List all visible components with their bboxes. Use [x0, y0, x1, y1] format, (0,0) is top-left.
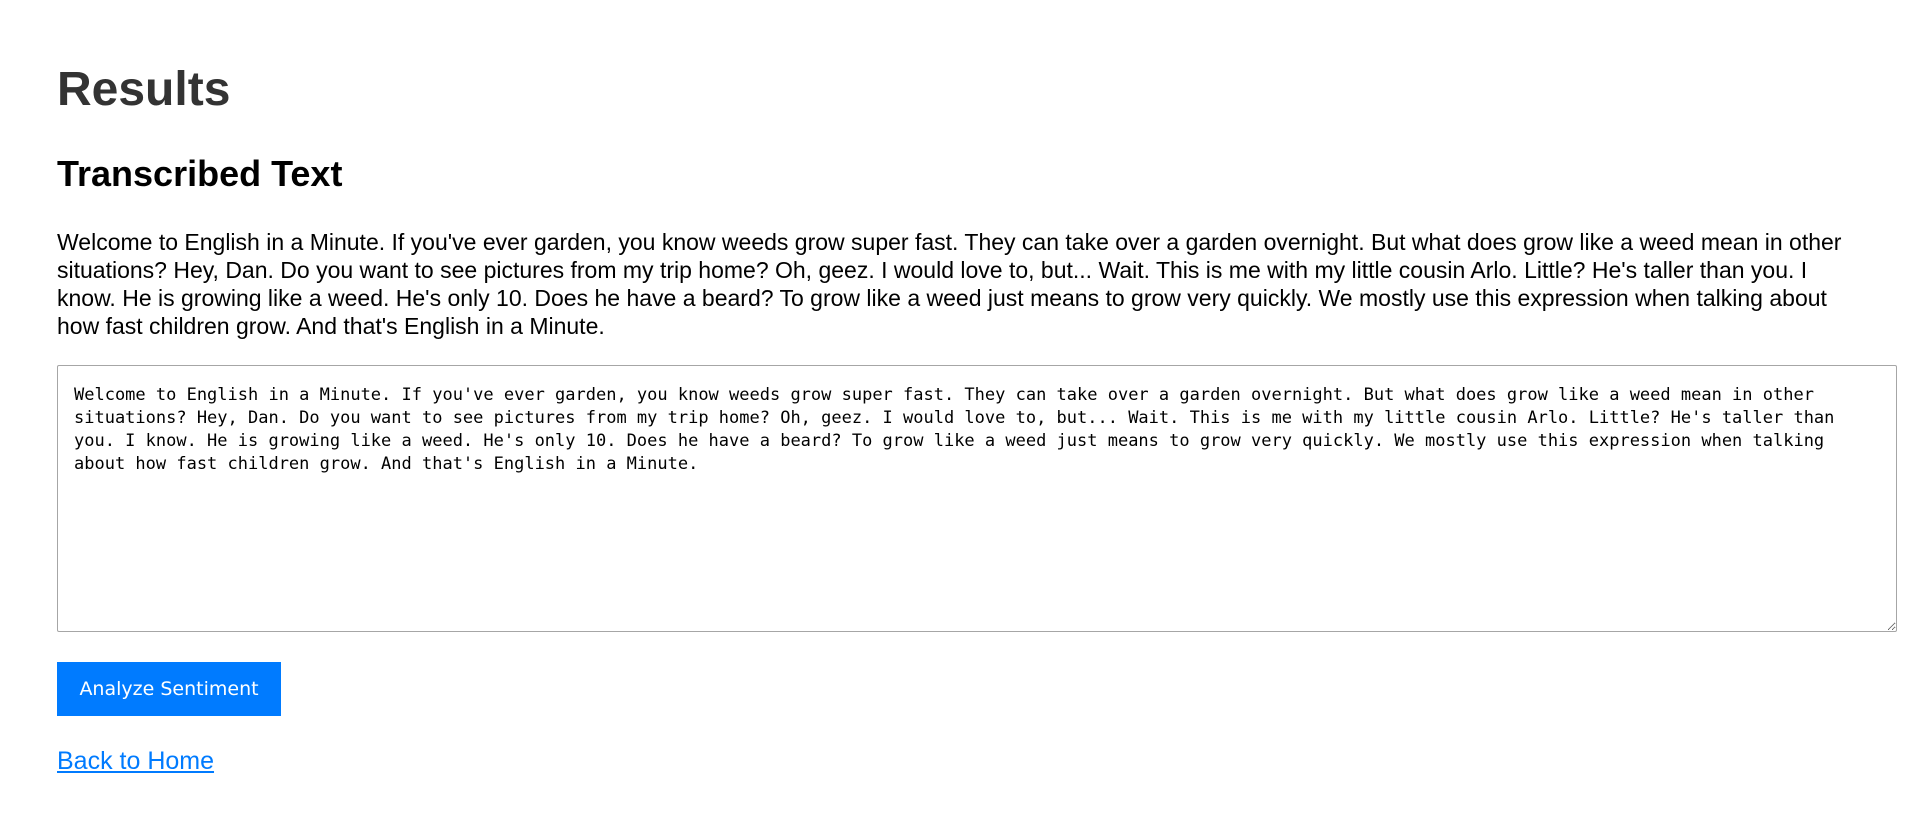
analyze-sentiment-button[interactable]: Analyze Sentiment [57, 662, 281, 716]
transcript-paragraph: Welcome to English in a Minute. If you'v… [57, 229, 1842, 339]
back-to-home-link[interactable]: Back to Home [57, 746, 214, 776]
section-title: Transcribed Text [57, 153, 343, 194]
page-title: Results [57, 63, 231, 116]
results-page: Results Transcribed Text Welcome to Engl… [0, 0, 1911, 819]
transcript-textarea[interactable]: Welcome to English in a Minute. If you'v… [57, 365, 1897, 632]
